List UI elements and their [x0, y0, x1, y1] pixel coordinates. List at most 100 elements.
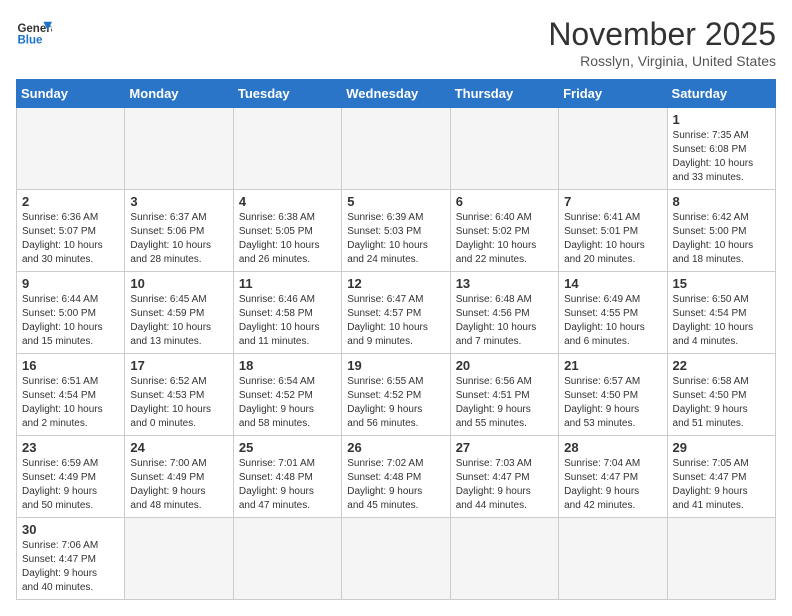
day-number: 18: [239, 358, 336, 373]
day-info: Sunrise: 6:37 AM Sunset: 5:06 PM Dayligh…: [130, 211, 227, 267]
day-number: 4: [239, 194, 336, 209]
month-title: November 2025: [548, 16, 776, 53]
day-info: Sunrise: 7:05 AM Sunset: 4:47 PM Dayligh…: [673, 457, 770, 513]
calendar-cell: [233, 518, 341, 600]
svg-text:Blue: Blue: [17, 34, 43, 46]
day-number: 9: [22, 276, 119, 291]
calendar-cell: 6 Sunrise: 6:40 AM Sunset: 5:02 PM Daylig…: [450, 190, 558, 272]
day-number: 22: [673, 358, 770, 373]
logo-icon: General Blue: [16, 16, 52, 52]
day-info: Sunrise: 6:45 AM Sunset: 4:59 PM Dayligh…: [130, 293, 227, 349]
day-info: Sunrise: 6:44 AM Sunset: 5:00 PM Dayligh…: [22, 293, 119, 349]
calendar-cell: [450, 518, 558, 600]
calendar-cell: 1 Sunrise: 7:35 AM Sunset: 6:08 PM Daylig…: [667, 108, 775, 190]
day-info: Sunrise: 6:40 AM Sunset: 5:02 PM Dayligh…: [456, 211, 553, 267]
day-info: Sunrise: 6:48 AM Sunset: 4:56 PM Dayligh…: [456, 293, 553, 349]
calendar-week-row: 30 Sunrise: 7:06 AM Sunset: 4:47 PM Dayli…: [17, 518, 776, 600]
calendar-cell: [667, 518, 775, 600]
calendar-cell: [342, 518, 450, 600]
calendar-cell: 13 Sunrise: 6:48 AM Sunset: 4:56 PM Dayli…: [450, 272, 558, 354]
day-info: Sunrise: 7:06 AM Sunset: 4:47 PM Dayligh…: [22, 539, 119, 595]
day-number: 8: [673, 194, 770, 209]
calendar-cell: 28Sunrise: 7:04 AM Sunset: 4:47 PM Dayli…: [559, 436, 667, 518]
day-info: Sunrise: 6:41 AM Sunset: 5:01 PM Dayligh…: [564, 211, 661, 267]
calendar-cell: 17 Sunrise: 6:52 AM Sunset: 4:53 PM Dayli…: [125, 354, 233, 436]
calendar-week-row: 9 Sunrise: 6:44 AM Sunset: 5:00 PM Daylig…: [17, 272, 776, 354]
weekday-header-row: SundayMondayTuesdayWednesdayThursdayFrid…: [17, 80, 776, 108]
day-number: 15: [673, 276, 770, 291]
calendar-cell: 8 Sunrise: 6:42 AM Sunset: 5:00 PM Daylig…: [667, 190, 775, 272]
day-number: 11: [239, 276, 336, 291]
calendar-cell: 4Sunrise: 6:38 AM Sunset: 5:05 PM Daylig…: [233, 190, 341, 272]
calendar-cell: [125, 518, 233, 600]
day-info: Sunrise: 6:39 AM Sunset: 5:03 PM Dayligh…: [347, 211, 444, 267]
day-number: 25: [239, 440, 336, 455]
day-number: 20: [456, 358, 553, 373]
day-info: Sunrise: 6:52 AM Sunset: 4:53 PM Dayligh…: [130, 375, 227, 431]
calendar-cell: 10 Sunrise: 6:45 AM Sunset: 4:59 PM Dayli…: [125, 272, 233, 354]
day-info: Sunrise: 6:56 AM Sunset: 4:51 PM Dayligh…: [456, 375, 553, 431]
day-info: Sunrise: 7:03 AM Sunset: 4:47 PM Dayligh…: [456, 457, 553, 513]
calendar-cell: 16 Sunrise: 6:51 AM Sunset: 4:54 PM Dayli…: [17, 354, 125, 436]
day-info: Sunrise: 7:00 AM Sunset: 4:49 PM Dayligh…: [130, 457, 227, 513]
calendar-cell: 18Sunrise: 6:54 AM Sunset: 4:52 PM Dayli…: [233, 354, 341, 436]
day-info: Sunrise: 6:42 AM Sunset: 5:00 PM Dayligh…: [673, 211, 770, 267]
day-info: Sunrise: 7:35 AM Sunset: 6:08 PM Dayligh…: [673, 129, 770, 185]
calendar-cell: 11Sunrise: 6:46 AM Sunset: 4:58 PM Dayli…: [233, 272, 341, 354]
weekday-header-tuesday: Tuesday: [233, 80, 341, 108]
day-number: 17: [130, 358, 227, 373]
location: Rosslyn, Virginia, United States: [548, 53, 776, 69]
calendar-cell: 30 Sunrise: 7:06 AM Sunset: 4:47 PM Dayli…: [17, 518, 125, 600]
calendar-week-row: 2Sunrise: 6:36 AM Sunset: 5:07 PM Daylig…: [17, 190, 776, 272]
day-info: Sunrise: 7:02 AM Sunset: 4:48 PM Dayligh…: [347, 457, 444, 513]
day-number: 10: [130, 276, 227, 291]
calendar-cell: [450, 108, 558, 190]
calendar-week-row: 1 Sunrise: 7:35 AM Sunset: 6:08 PM Daylig…: [17, 108, 776, 190]
day-info: Sunrise: 6:50 AM Sunset: 4:54 PM Dayligh…: [673, 293, 770, 349]
day-number: 21: [564, 358, 661, 373]
calendar-cell: 25 Sunrise: 7:01 AM Sunset: 4:48 PM Dayli…: [233, 436, 341, 518]
logo: General Blue: [16, 16, 52, 52]
day-number: 14: [564, 276, 661, 291]
calendar-week-row: 23Sunrise: 6:59 AM Sunset: 4:49 PM Dayli…: [17, 436, 776, 518]
weekday-header-saturday: Saturday: [667, 80, 775, 108]
calendar-cell: 7 Sunrise: 6:41 AM Sunset: 5:01 PM Daylig…: [559, 190, 667, 272]
calendar-cell: 22 Sunrise: 6:58 AM Sunset: 4:50 PM Dayli…: [667, 354, 775, 436]
calendar-cell: 2Sunrise: 6:36 AM Sunset: 5:07 PM Daylig…: [17, 190, 125, 272]
day-info: Sunrise: 6:55 AM Sunset: 4:52 PM Dayligh…: [347, 375, 444, 431]
calendar-cell: [17, 108, 125, 190]
day-number: 27: [456, 440, 553, 455]
day-number: 13: [456, 276, 553, 291]
calendar-cell: [125, 108, 233, 190]
day-number: 30: [22, 522, 119, 537]
day-info: Sunrise: 6:59 AM Sunset: 4:49 PM Dayligh…: [22, 457, 119, 513]
day-number: 19: [347, 358, 444, 373]
day-number: 6: [456, 194, 553, 209]
calendar-week-row: 16 Sunrise: 6:51 AM Sunset: 4:54 PM Dayli…: [17, 354, 776, 436]
calendar-cell: 26 Sunrise: 7:02 AM Sunset: 4:48 PM Dayli…: [342, 436, 450, 518]
calendar-cell: 29Sunrise: 7:05 AM Sunset: 4:47 PM Dayli…: [667, 436, 775, 518]
calendar-cell: [559, 108, 667, 190]
day-number: 7: [564, 194, 661, 209]
day-number: 16: [22, 358, 119, 373]
weekday-header-thursday: Thursday: [450, 80, 558, 108]
day-info: Sunrise: 7:01 AM Sunset: 4:48 PM Dayligh…: [239, 457, 336, 513]
calendar-table: SundayMondayTuesdayWednesdayThursdayFrid…: [16, 79, 776, 600]
calendar-cell: 9 Sunrise: 6:44 AM Sunset: 5:00 PM Daylig…: [17, 272, 125, 354]
calendar-cell: [559, 518, 667, 600]
calendar-cell: 12Sunrise: 6:47 AM Sunset: 4:57 PM Dayli…: [342, 272, 450, 354]
day-number: 1: [673, 112, 770, 127]
day-info: Sunrise: 6:47 AM Sunset: 4:57 PM Dayligh…: [347, 293, 444, 349]
day-info: Sunrise: 6:57 AM Sunset: 4:50 PM Dayligh…: [564, 375, 661, 431]
day-info: Sunrise: 6:58 AM Sunset: 4:50 PM Dayligh…: [673, 375, 770, 431]
calendar-cell: 14Sunrise: 6:49 AM Sunset: 4:55 PM Dayli…: [559, 272, 667, 354]
calendar-cell: 5Sunrise: 6:39 AM Sunset: 5:03 PM Daylig…: [342, 190, 450, 272]
calendar-cell: [342, 108, 450, 190]
title-area: November 2025 Rosslyn, Virginia, United …: [548, 16, 776, 69]
weekday-header-wednesday: Wednesday: [342, 80, 450, 108]
day-info: Sunrise: 6:36 AM Sunset: 5:07 PM Dayligh…: [22, 211, 119, 267]
weekday-header-friday: Friday: [559, 80, 667, 108]
day-info: Sunrise: 6:51 AM Sunset: 4:54 PM Dayligh…: [22, 375, 119, 431]
day-number: 3: [130, 194, 227, 209]
day-number: 26: [347, 440, 444, 455]
